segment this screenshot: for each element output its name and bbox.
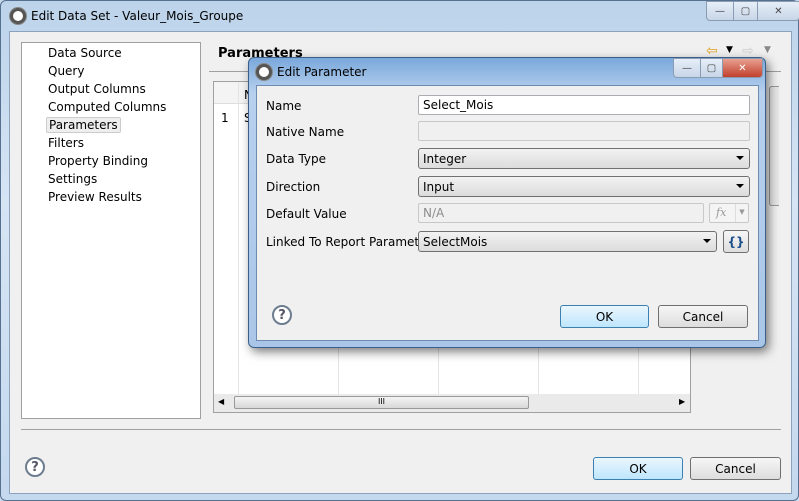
help-icon[interactable]: ? xyxy=(25,457,45,477)
back-dropdown-icon[interactable]: ▼ xyxy=(726,45,733,55)
dialog-minimize-button[interactable]: — xyxy=(674,59,700,77)
nav-item-parameters[interactable]: Parameters xyxy=(46,117,121,133)
native-name-label: Native Name xyxy=(266,125,345,139)
chevron-down-icon xyxy=(736,184,744,188)
side-buttons-partial[interactable] xyxy=(769,86,779,206)
data-type-select[interactable]: Integer xyxy=(418,148,750,169)
chevron-down-icon: ▼ xyxy=(735,204,748,222)
row-number: 1 xyxy=(221,111,229,125)
minimize-button[interactable]: — xyxy=(707,2,733,20)
native-name-input[interactable] xyxy=(418,121,750,141)
footer-divider xyxy=(21,429,781,430)
default-value-label: Default Value xyxy=(266,207,347,221)
chevron-down-icon xyxy=(736,156,744,160)
nav-tree: Data Source Query Output Columns Compute… xyxy=(21,42,201,419)
dialog-maximize-button[interactable]: ▢ xyxy=(700,59,722,77)
nav-item-computed-columns[interactable]: Computed Columns xyxy=(46,100,168,114)
dialog-gear-icon xyxy=(256,64,272,80)
close-button[interactable]: ✕ xyxy=(757,2,799,20)
linked-param-select[interactable]: SelectMois xyxy=(418,231,717,252)
name-input[interactable]: Select_Mois xyxy=(418,95,750,115)
window-title: Edit Data Set - Valeur_Mois_Groupe xyxy=(31,9,244,23)
name-label: Name xyxy=(266,99,302,113)
nav-item-settings[interactable]: Settings xyxy=(46,172,99,186)
direction-select[interactable]: Input xyxy=(418,176,750,197)
linked-param-label: Linked To Report Parameter xyxy=(266,235,432,249)
forward-dropdown-icon[interactable]: ▼ xyxy=(764,45,771,55)
expression-fx-button[interactable]: fx ▼ xyxy=(709,203,749,223)
nav-item-property-binding[interactable]: Property Binding xyxy=(46,154,150,168)
chevron-down-icon xyxy=(703,239,711,243)
default-value-input[interactable]: N/A xyxy=(418,203,704,223)
dialog-title: Edit Parameter xyxy=(277,65,367,79)
direction-label: Direction xyxy=(266,180,321,194)
nav-item-data-source[interactable]: Data Source xyxy=(46,46,124,60)
scrollbar-thumb[interactable]: III xyxy=(234,396,529,409)
cancel-button[interactable]: Cancel xyxy=(690,457,781,480)
dialog-ok-button[interactable]: OK xyxy=(560,305,649,328)
app-gear-icon xyxy=(10,8,26,24)
dialog-cancel-button[interactable]: Cancel xyxy=(658,305,748,328)
ok-button[interactable]: OK xyxy=(593,457,683,480)
dialog-close-button[interactable]: ✕ xyxy=(722,59,762,77)
edit-parameter-dialog: Edit Parameter — ▢ ✕ Name Select_Mois Na… xyxy=(248,57,766,348)
data-type-label: Data Type xyxy=(266,152,327,166)
dialog-help-icon[interactable]: ? xyxy=(272,305,292,325)
dialog-body: Name Select_Mois Native Name Data Type I… xyxy=(256,85,759,341)
nav-item-output-columns[interactable]: Output Columns xyxy=(46,82,148,96)
nav-item-filters[interactable]: Filters xyxy=(46,136,86,150)
horizontal-scrollbar[interactable]: ◀ III ▶ xyxy=(214,394,690,412)
nav-item-query[interactable]: Query xyxy=(46,64,86,78)
maximize-button[interactable]: ▢ xyxy=(733,2,757,20)
expression-builder-button[interactable]: {} xyxy=(723,230,749,253)
nav-item-preview-results[interactable]: Preview Results xyxy=(46,190,144,204)
